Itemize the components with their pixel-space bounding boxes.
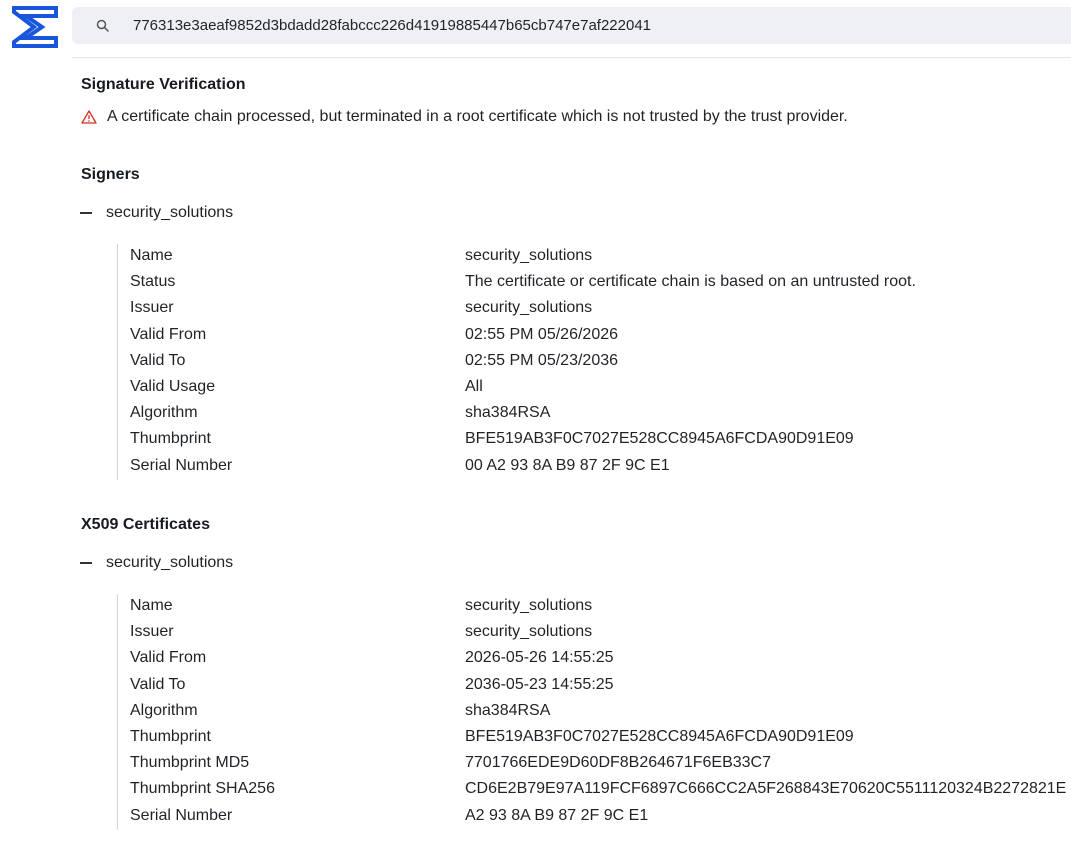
detail-key: Valid To	[130, 351, 186, 369]
detail-key: Valid From	[130, 325, 207, 343]
warning-triangle-icon	[81, 110, 97, 124]
detail-row: Valid Usage All	[118, 375, 1057, 401]
x509-toggle[interactable]: security_solutions	[80, 553, 233, 573]
search-bar[interactable]	[72, 7, 1071, 44]
detail-row: Valid From 2026-05-26 14:55:25	[118, 646, 1057, 672]
signers-title: Signers	[81, 166, 140, 183]
detail-value: security_solutions	[465, 299, 593, 317]
signature-warning: A certificate chain processed, but termi…	[81, 107, 848, 127]
detail-value: 00 A2 93 8A B9 87 2F 9C E1	[465, 456, 670, 474]
detail-key: Serial Number	[130, 456, 233, 474]
detail-key: Name	[130, 247, 173, 264]
detail-key: Status	[130, 273, 176, 291]
detail-row: Serial Number A2 93 8A B9 87 2F 9C E1	[118, 804, 1057, 830]
detail-row: Thumbprint BFE519AB3F0C7027E528CC8945A6FC…	[118, 427, 1057, 453]
detail-key: Name	[130, 597, 173, 614]
detail-row: Name security_solutions	[118, 594, 1057, 620]
detail-key: Valid To	[130, 675, 186, 693]
detail-value: 2036-05-23 14:55:25	[465, 675, 614, 693]
detail-value: security_solutions	[465, 623, 593, 641]
x509-title: X509 Certificates	[81, 516, 210, 533]
x509-toggle-label[interactable]: security_solutions	[106, 554, 233, 572]
detail-row: Serial Number 00 A2 93 8A B9 87 2F 9C E1	[118, 454, 1057, 480]
detail-row: Thumbprint MD5 7701766EDE9D60DF8B264671F6…	[118, 751, 1057, 777]
signature-verification-title: Signature Verification	[81, 76, 246, 93]
detail-row: Status The certificate or certificate cha…	[118, 270, 1057, 296]
detail-value: BFE519AB3F0C7027E528CC8945A6FCDA90D91E09	[465, 727, 854, 745]
detail-row: Algorithm sha384RSA	[118, 699, 1057, 725]
detail-value: 02:55 PM 05/26/2026	[465, 325, 619, 343]
top-bar	[0, 0, 1071, 57]
detail-value: security_solutions	[465, 247, 593, 264]
detail-value: security_solutions	[465, 597, 593, 614]
detail-row: Thumbprint BFE519AB3F0C7027E528CC8945A6FC…	[118, 725, 1057, 751]
signer-toggle-label[interactable]: security_solutions	[106, 204, 233, 222]
detail-row: Name security_solutions	[118, 244, 1057, 270]
detail-row: Thumbprint SHA256 CD6E2B79E97A119FCF6897C…	[118, 777, 1066, 803]
collapse-icon[interactable]	[80, 562, 92, 564]
detail-value: 7701766EDE9D60DF8B264671F6EB33C7	[465, 754, 771, 772]
detail-value: 02:55 PM 05/23/2036	[465, 351, 619, 369]
detail-row: Valid From 02:55 PM 05/26/2026	[118, 323, 1057, 349]
detail-value: A2 93 8A B9 87 2F 9C E1	[465, 806, 649, 824]
search-input[interactable]	[133, 7, 1033, 44]
detail-row: Issuer security_solutions	[118, 296, 1057, 322]
detail-value: All	[465, 377, 483, 395]
detail-value: sha384RSA	[465, 701, 551, 719]
detail-key: Thumbprint	[130, 727, 211, 745]
detail-key: Thumbprint MD5	[130, 754, 250, 772]
detail-value: CD6E2B79E97A119FCF6897C666CC2A5F268843E7…	[465, 780, 1067, 798]
signer-details: Name security_solutions Status The certific…	[117, 244, 1057, 480]
search-icon[interactable]	[95, 18, 111, 34]
detail-row: Algorithm sha384RSA	[118, 401, 1057, 427]
header-divider	[72, 57, 1071, 58]
detail-value: 2026-05-26 14:55:25	[465, 649, 614, 667]
detail-key: Thumbprint SHA256	[130, 780, 275, 798]
detail-key: Valid From	[130, 649, 207, 667]
detail-value: sha384RSA	[465, 404, 551, 422]
detail-key: Thumbprint	[130, 430, 211, 448]
detail-row: Valid To 02:55 PM 05/23/2036	[118, 349, 1057, 375]
collapse-icon[interactable]	[80, 212, 92, 214]
detail-row: Issuer security_solutions	[118, 620, 1057, 646]
detail-value: BFE519AB3F0C7027E528CC8945A6FCDA90D91E09	[465, 430, 854, 448]
x509-details: Name security_solutions Issuer security_sol…	[117, 594, 1066, 830]
detail-key: Issuer	[130, 299, 174, 317]
detail-value: The certificate or certificate chain is …	[465, 273, 916, 291]
sigma-logo-icon[interactable]	[12, 6, 58, 48]
detail-key: Algorithm	[130, 701, 198, 719]
detail-key: Serial Number	[130, 806, 233, 824]
warning-text: A certificate chain processed, but termi…	[107, 108, 848, 125]
detail-row: Valid To 2036-05-23 14:55:25	[118, 673, 1057, 699]
signer-toggle[interactable]: security_solutions	[80, 203, 233, 223]
detail-key: Algorithm	[130, 404, 198, 422]
detail-key: Issuer	[130, 623, 174, 641]
detail-key: Valid Usage	[130, 377, 216, 395]
